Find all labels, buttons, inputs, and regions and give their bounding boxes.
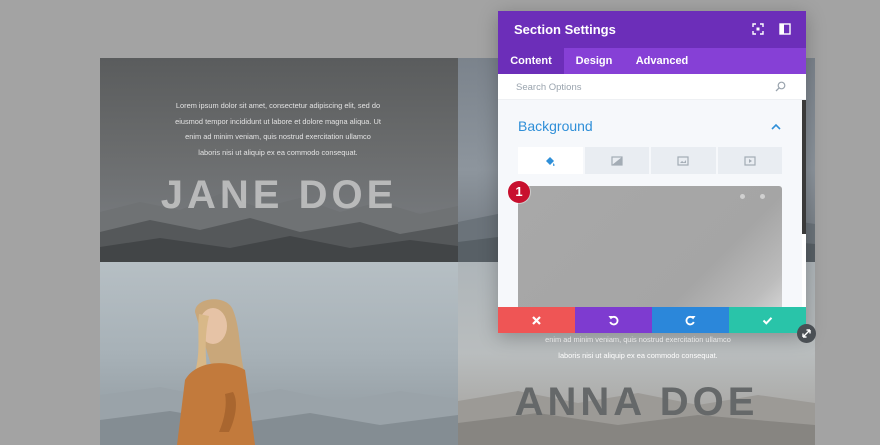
section-jane-doe: Lorem ipsum dolor sit amet, consectetur … [100, 58, 458, 262]
undo-icon [608, 315, 619, 325]
close-icon [532, 315, 541, 325]
modal-header[interactable]: Section Settings [498, 11, 806, 48]
mountain-graphic [100, 387, 458, 445]
color-fill-icon [546, 156, 555, 166]
undo-button[interactable] [575, 307, 652, 333]
resize-arrows-icon [802, 329, 811, 338]
section-portrait [100, 262, 458, 445]
body-text-line: laboris nisi ut aliquip ex ea commodo co… [198, 147, 358, 157]
modal-scrollbar[interactable] [802, 100, 806, 234]
redo-button[interactable] [652, 307, 729, 333]
sidebar-toggle-icon[interactable] [779, 23, 791, 35]
modal-title: Section Settings [514, 22, 616, 37]
tab-advanced[interactable]: Advanced [626, 48, 698, 74]
preview-dot [760, 194, 765, 199]
background-color-tab[interactable] [518, 147, 583, 174]
body-text: Lorem ipsum dolor sit amet, consectetur … [158, 98, 398, 160]
check-icon [762, 316, 773, 325]
step-number-badge: 1 [508, 181, 530, 203]
background-section-title[interactable]: Background [518, 118, 593, 134]
discard-button[interactable] [498, 307, 575, 333]
background-gradient-tab[interactable] [584, 147, 649, 174]
modal-action-bar [498, 307, 806, 333]
background-image-tab[interactable] [651, 147, 716, 174]
woman-portrait-image [177, 299, 255, 445]
fullscreen-icon[interactable] [752, 23, 764, 35]
person-name-heading: JANE DOE [160, 173, 398, 217]
body-text-line: eiusmod tempor incididunt ut labore et d… [175, 116, 381, 126]
chevron-up-icon[interactable] [771, 123, 781, 130]
tab-design[interactable]: Design [564, 48, 624, 74]
gradient-icon [611, 155, 623, 166]
modal-tabs: Content Design Advanced [498, 48, 806, 74]
save-button[interactable] [729, 307, 806, 333]
video-icon [744, 155, 756, 166]
body-text-line: laboris nisi ut aliquip ex ea commodo co… [558, 350, 718, 360]
body-text-line: enim ad minim veniam, quis nostrud exerc… [545, 335, 731, 344]
tab-content[interactable]: Content [498, 48, 564, 74]
section-settings-modal[interactable]: Section Settings Content Design Advanced… [498, 11, 806, 333]
search-icon[interactable] [775, 81, 786, 92]
redo-icon [685, 315, 696, 325]
preview-dot [740, 194, 745, 199]
search-options-input[interactable] [516, 80, 756, 94]
background-type-tabs [518, 147, 782, 174]
background-color-preview[interactable] [518, 186, 782, 307]
body-text-line: enim ad minim veniam, quis nostrud exerc… [185, 132, 371, 141]
modal-body: Background [498, 100, 802, 307]
image-icon [677, 155, 689, 166]
body-text-line: Lorem ipsum dolor sit amet, consectetur … [175, 101, 381, 110]
person-name-heading: ANNA DOE [514, 380, 759, 424]
body-text: enim ad minim veniam, quis nostrud exerc… [518, 332, 758, 363]
resize-handle[interactable] [797, 324, 816, 343]
search-bar [498, 74, 806, 100]
background-video-tab[interactable] [717, 147, 782, 174]
